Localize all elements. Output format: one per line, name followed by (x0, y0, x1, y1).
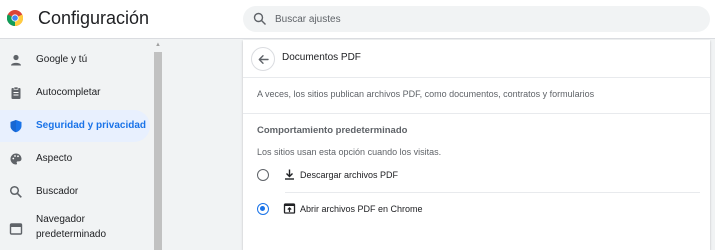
sidebar-item-label: Autocompletar (36, 87, 101, 98)
pdf-settings-card: Documentos PDF A veces, los sitios publi… (243, 40, 710, 250)
sidebar-item-label: Google y tú (36, 54, 88, 65)
sidebar-item-label-line2: predeterminado (36, 229, 107, 240)
top-bar: Configuración (0, 0, 715, 39)
shield-icon (10, 120, 22, 133)
open-in-browser-icon (283, 203, 296, 214)
option-label: Abrir archivos PDF en Chrome (300, 204, 423, 214)
back-arrow-icon (258, 55, 269, 64)
scrollbar-thumb[interactable] (154, 52, 162, 250)
search-bar[interactable] (243, 6, 710, 32)
page-title: Configuración (38, 8, 150, 28)
download-icon (285, 169, 294, 180)
back-button[interactable] (251, 47, 275, 71)
option-label: Descargar archivos PDF (300, 170, 399, 180)
divider (243, 77, 710, 78)
sidebar-item-search-engine[interactable]: Buscador (0, 176, 150, 208)
chrome-logo (7, 10, 23, 26)
sidebar-item-label: Seguridad y privacidad (36, 120, 147, 131)
sidebar-item-default-browser[interactable]: Navegador predeterminado (0, 209, 150, 249)
radio-download-pdf[interactable] (257, 169, 269, 181)
section-subtext: Los sitios usan esta opción cuando los v… (257, 147, 442, 157)
sidebar-item-security[interactable]: Seguridad y privacidad (0, 110, 150, 142)
scroll-up-arrow-icon[interactable]: ▲ (155, 42, 161, 48)
option-download-pdf[interactable]: Descargar archivos PDF (253, 161, 698, 191)
clipboard-icon (11, 86, 21, 99)
sidebar: Google y tú Autocompletar Seguridad y pr… (0, 40, 153, 250)
palette-icon (10, 153, 22, 165)
divider (285, 192, 700, 193)
sidebar-item-autofill[interactable]: Autocompletar (0, 77, 150, 109)
search-icon (253, 12, 266, 25)
radio-open-pdf-in-chrome[interactable] (257, 203, 269, 215)
panel-title: Documentos PDF (282, 52, 361, 63)
option-open-pdf-in-chrome[interactable]: Abrir archivos PDF en Chrome (253, 195, 698, 225)
sidebar-item-label: Buscador (36, 186, 79, 197)
panel-description: A veces, los sitios publican archivos PD… (257, 89, 595, 99)
sidebar-item-label: Aspecto (36, 153, 73, 164)
divider (243, 113, 710, 114)
browser-icon (9, 223, 23, 235)
person-icon (11, 54, 21, 66)
search-icon (9, 185, 22, 198)
sidebar-item-appearance[interactable]: Aspecto (0, 143, 150, 175)
sidebar-item-google[interactable]: Google y tú (0, 44, 150, 76)
section-heading: Comportamiento predeterminado (257, 125, 408, 136)
search-input[interactable] (275, 6, 695, 32)
sidebar-item-label-line1: Navegador (36, 214, 85, 225)
